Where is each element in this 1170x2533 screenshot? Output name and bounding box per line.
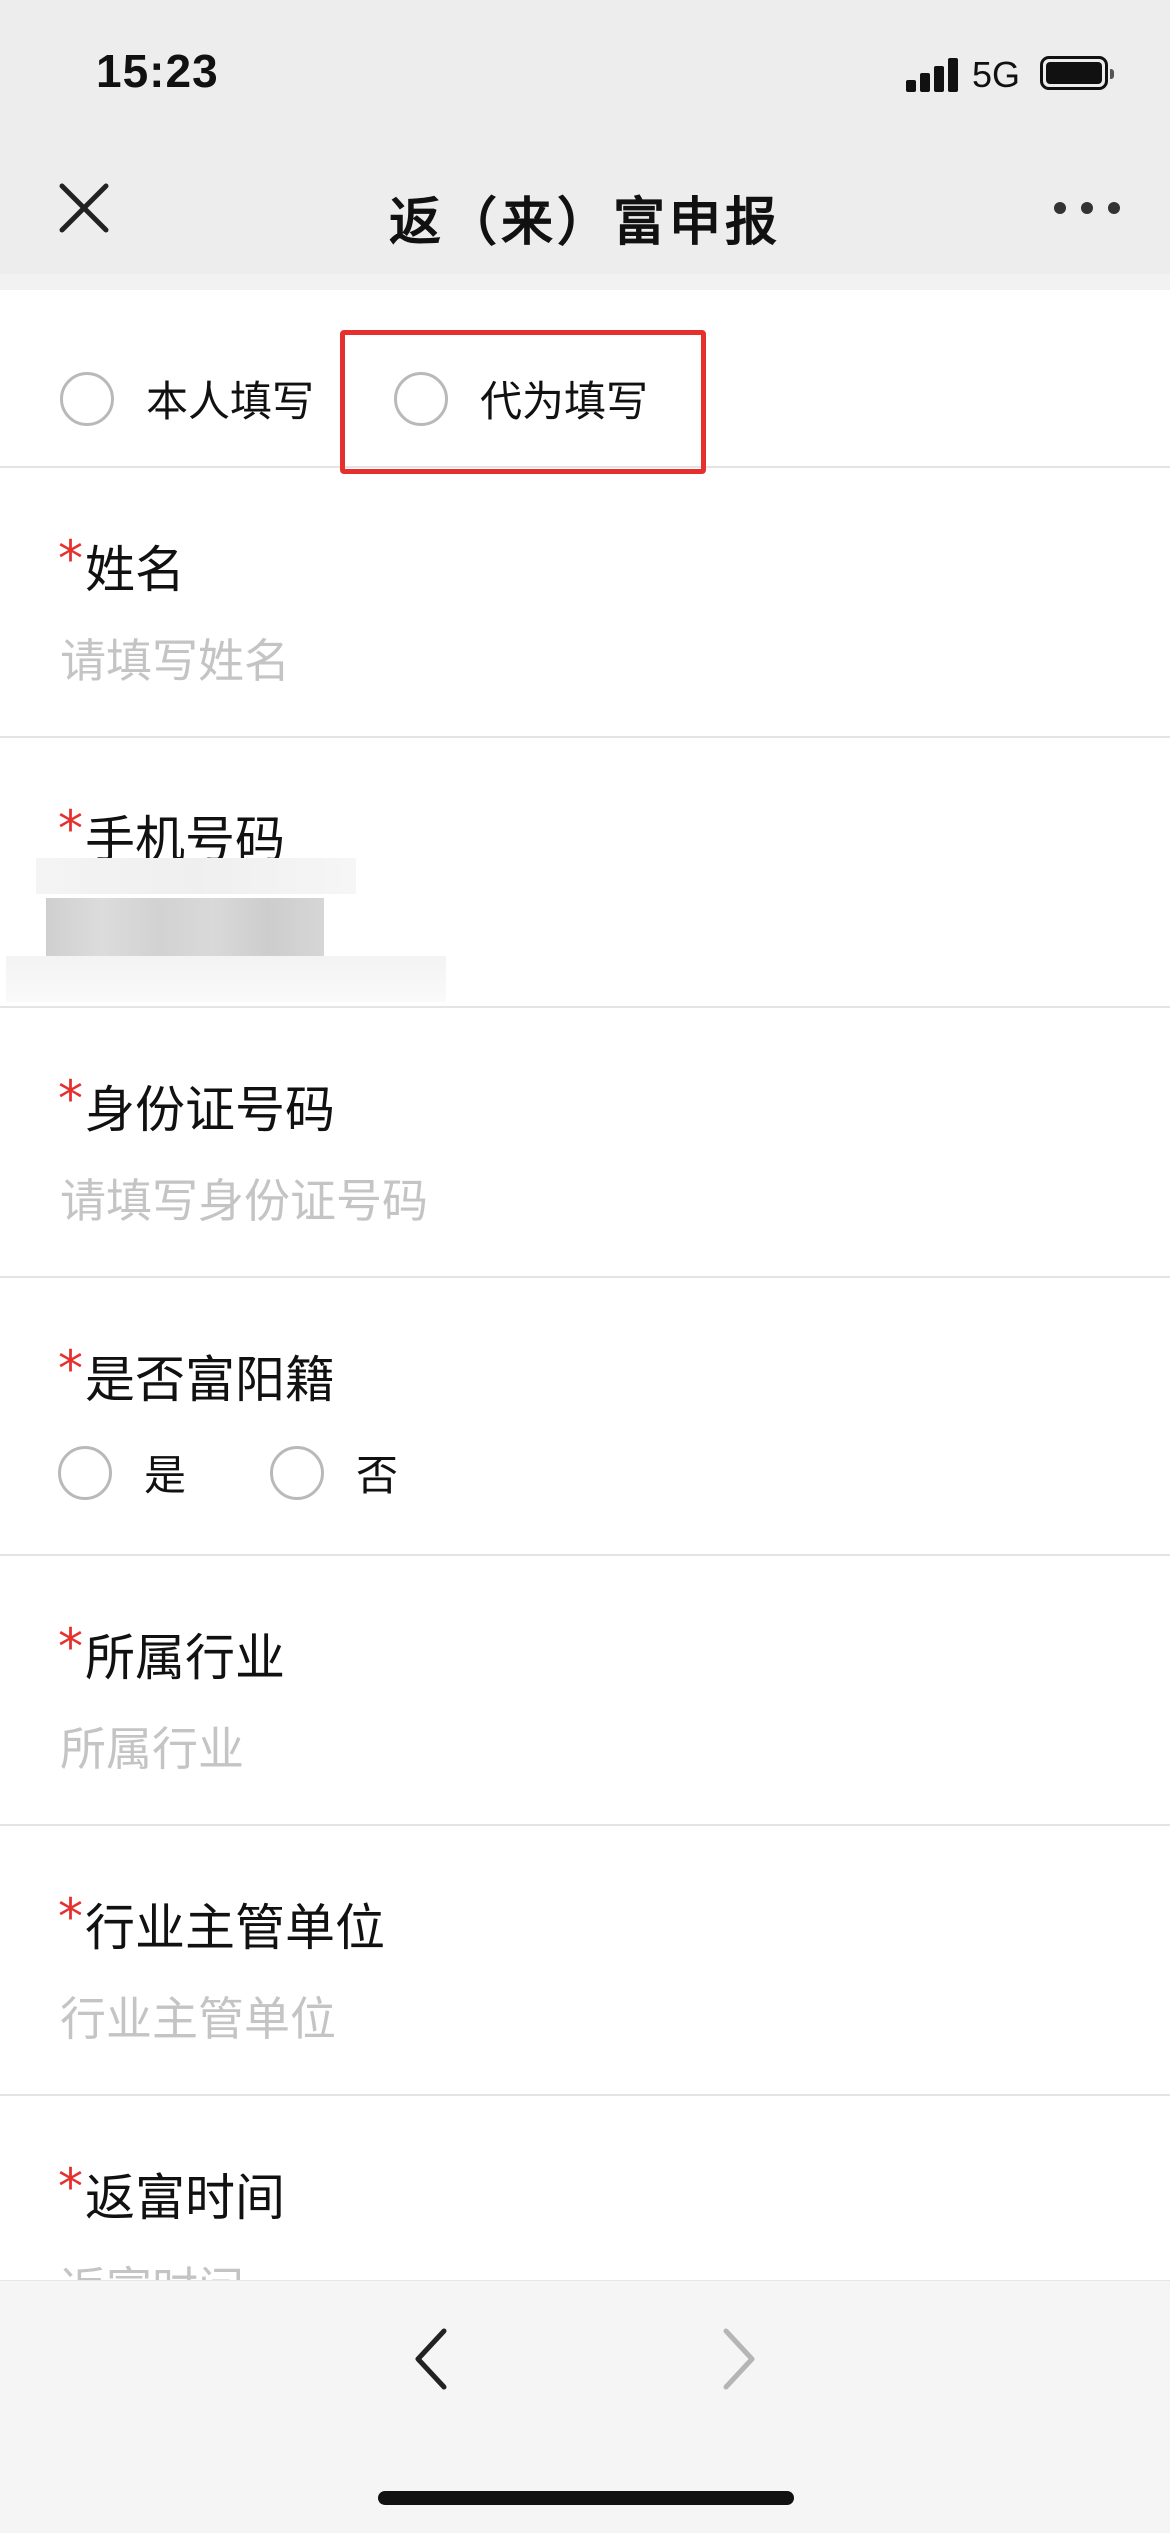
more-icon[interactable] <box>1054 192 1120 222</box>
radio-circle[interactable] <box>58 1445 112 1500</box>
form-container: 本人填写 代为填写 * 姓名 * 手机号码 * 身份证号码 * <box>0 290 1170 2280</box>
radio-circle[interactable] <box>270 1445 325 1500</box>
industry-input[interactable] <box>60 1716 1110 1782</box>
field-label: * 返富时间 <box>58 2158 285 2230</box>
field-name: * 姓名 <box>0 468 1170 738</box>
highlight-box <box>340 330 706 474</box>
battery-icon <box>1040 56 1114 90</box>
home-indicator[interactable] <box>378 2491 794 2505</box>
return-time-input[interactable] <box>60 2256 1110 2280</box>
radio-no[interactable]: 否 <box>270 1442 398 1503</box>
radio-self-fill[interactable]: 本人填写 <box>60 368 314 429</box>
id-number-input[interactable] <box>60 1168 1110 1234</box>
name-input[interactable] <box>60 628 1110 694</box>
yes-no-group: 是 否 <box>58 1442 398 1503</box>
status-time: 15:23 <box>96 45 219 97</box>
radio-label: 本人填写 <box>146 377 315 426</box>
status-bar: 15:23 5G <box>0 0 1170 140</box>
field-fuyang-origin: * 是否富阳籍 是 否 <box>0 1278 1170 1556</box>
required-mark: * <box>58 1340 83 1398</box>
radio-yes[interactable]: 是 <box>58 1442 186 1503</box>
required-mark: * <box>58 1618 83 1676</box>
required-mark: * <box>58 530 83 588</box>
field-label-text: 身份证号码 <box>85 1081 335 1139</box>
field-label: * 行业主管单位 <box>58 1888 385 1960</box>
field-label: * 身份证号码 <box>58 1070 335 1142</box>
network-type: 5G <box>972 54 1021 95</box>
field-industry: * 所属行业 <box>0 1556 1170 1826</box>
field-label: * 姓名 <box>58 530 185 602</box>
field-label: * 是否富阳籍 <box>58 1340 335 1412</box>
radio-label: 是 <box>144 1451 187 1500</box>
field-label-text: 姓名 <box>85 541 185 599</box>
field-supervising-unit: * 行业主管单位 <box>0 1826 1170 2096</box>
nav-bar: 返（来）富申报 <box>0 140 1170 274</box>
field-label-text: 行业主管单位 <box>85 1899 385 1957</box>
phone-input-redacted[interactable] <box>6 858 446 1002</box>
field-phone: * 手机号码 <box>0 738 1170 1008</box>
chevron-right-icon[interactable] <box>712 2321 764 2397</box>
field-label-text: 是否富阳籍 <box>85 1351 335 1409</box>
radio-label: 否 <box>356 1451 399 1500</box>
field-label-text: 所属行业 <box>85 1629 285 1687</box>
field-id-number: * 身份证号码 <box>0 1008 1170 1278</box>
required-mark: * <box>58 2158 83 2216</box>
bottom-nav-bar <box>0 2280 1170 2533</box>
supervising-unit-input[interactable] <box>60 1986 1110 2052</box>
field-return-time: * 返富时间 <box>0 2096 1170 2280</box>
required-mark: * <box>58 1070 83 1128</box>
chevron-left-icon[interactable] <box>406 2321 458 2397</box>
field-label-text: 返富时间 <box>85 2169 285 2227</box>
field-label: * 所属行业 <box>58 1618 285 1690</box>
page-title: 返（来）富申报 <box>388 193 781 253</box>
required-mark: * <box>58 800 83 858</box>
required-mark: * <box>58 1888 83 1946</box>
signal-icon <box>906 58 958 92</box>
radio-circle[interactable] <box>60 371 114 426</box>
